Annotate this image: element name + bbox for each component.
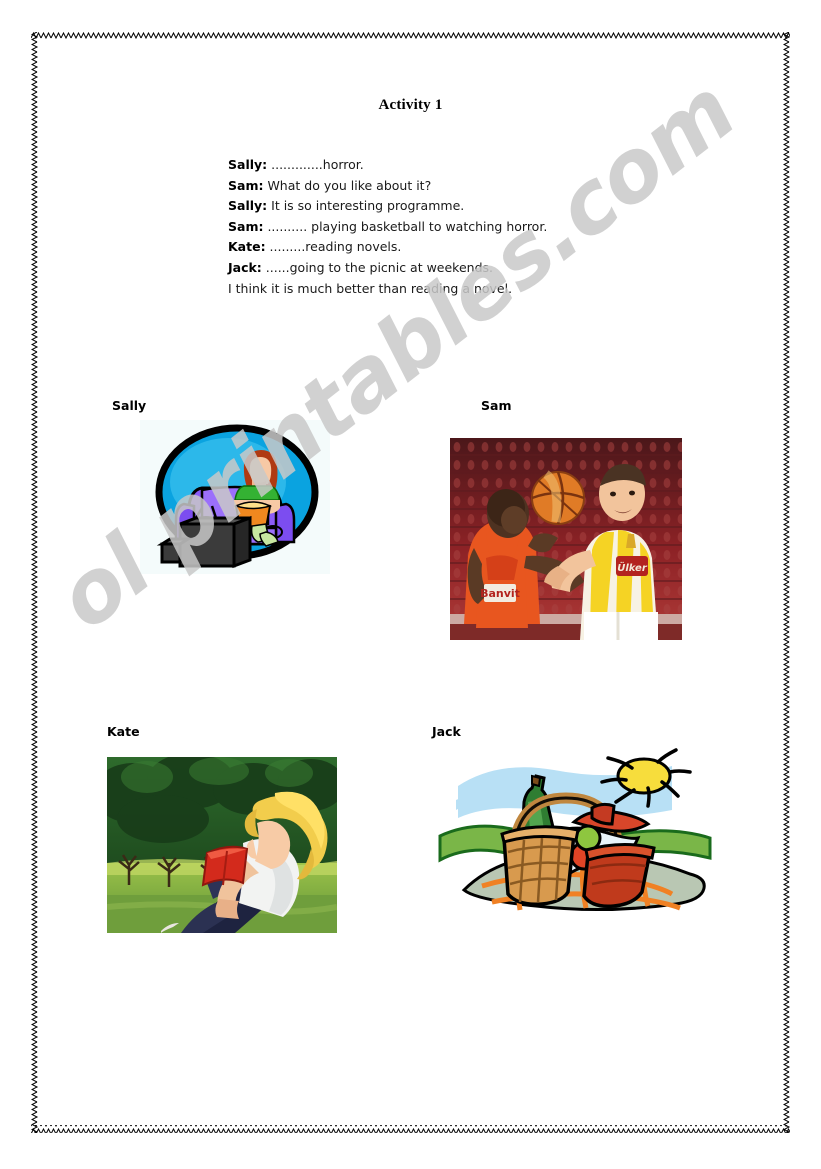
svg-text:Ülker: Ülker [617, 560, 648, 574]
page-title: Activity 1 [378, 97, 443, 113]
dialogue-block: Sally: .............horror. Sam: What do… [228, 155, 658, 299]
speaker-name: Sam: [228, 177, 264, 193]
worksheet-page: Activity 1 Sally: .............horror. S… [0, 0, 821, 1169]
dialogue-line: I think it is much better than reading a… [228, 279, 658, 300]
speaker-name: Jack: [228, 259, 262, 275]
picture-label-sam: Sam [481, 398, 512, 413]
speaker-text: ......going to the picnic at weekends. [261, 259, 494, 275]
picture-label-sally: Sally [112, 398, 147, 413]
dialogue-line: Sally: It is so interesting programme. [228, 196, 658, 217]
picture-sam-playing-basketball: Banvit Ülker [450, 438, 682, 640]
speaker-text: I think it is much better than reading a… [228, 280, 513, 296]
speaker-text: .......... playing basketball to watchin… [263, 218, 548, 234]
speaker-text: .........reading novels. [265, 239, 402, 255]
dialogue-line: Sally: .............horror. [228, 155, 658, 176]
dialogue-line: Jack: ......going to the picnic at weeke… [228, 258, 658, 279]
speaker-name: Sally: [228, 198, 268, 214]
speaker-name: Sally: [228, 157, 268, 172]
picture-kate-reading-novels [107, 757, 337, 933]
dialogue-line: Sam: .......... playing basketball to wa… [228, 217, 658, 238]
picture-label-kate: Kate [107, 724, 140, 739]
speaker-name: Kate: [228, 239, 266, 255]
dialogue-line: Kate: .........reading novels. [228, 237, 658, 258]
picture-jack-going-to-the-picnic [432, 740, 718, 916]
speaker-text: What do you like about it? [263, 177, 432, 193]
picture-label-jack: Jack [432, 724, 461, 739]
speaker-text: .............horror. [267, 157, 364, 172]
svg-text:Banvit: Banvit [480, 587, 520, 600]
picture-sally-watching-tv [140, 420, 330, 574]
speaker-name: Sam: [228, 218, 264, 234]
speaker-text: It is so interesting programme. [267, 198, 465, 214]
dialogue-line: Sam: What do you like about it? [228, 176, 658, 197]
